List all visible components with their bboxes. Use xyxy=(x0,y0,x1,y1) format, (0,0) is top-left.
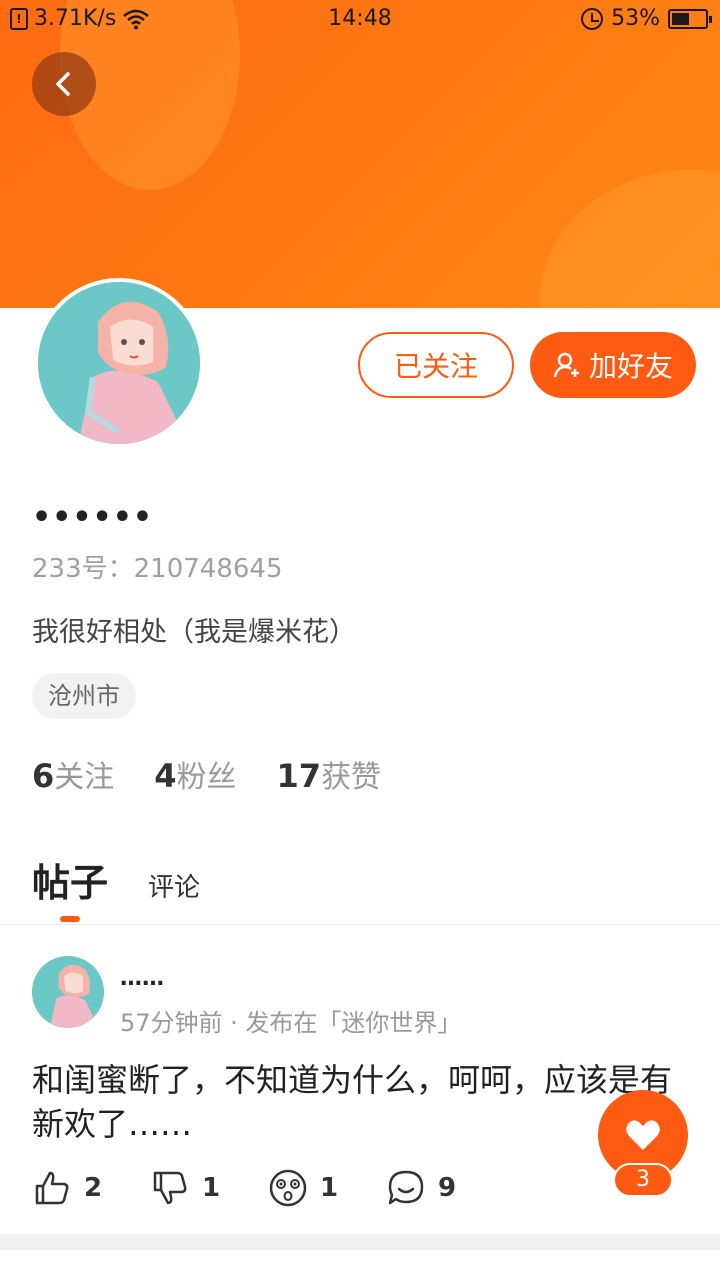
divider xyxy=(0,924,720,925)
post-author-name[interactable]: …… xyxy=(120,966,164,991)
like-button[interactable]: 2 xyxy=(32,1168,150,1208)
add-friend-label: 加好友 xyxy=(588,350,673,383)
tab-posts-label: 帖子 xyxy=(32,861,109,905)
stat-number: 6 xyxy=(32,757,55,795)
stat-label: 粉丝 xyxy=(176,760,237,795)
stat-label: 关注 xyxy=(54,760,115,795)
comment-icon xyxy=(388,1170,424,1205)
battery-percent: 53% xyxy=(611,6,660,31)
location-badge: 沧州市 xyxy=(32,673,136,719)
tab-comments[interactable]: 评论 xyxy=(148,867,200,904)
post-author-avatar[interactable] xyxy=(32,956,104,1028)
status-bar: ! 3.71K/s 14:48 53% xyxy=(0,0,720,40)
like-count: 2 xyxy=(84,1173,103,1203)
emoji-count: 1 xyxy=(320,1173,339,1203)
tab-posts[interactable]: 帖子 xyxy=(32,852,109,922)
avatar-illustration xyxy=(38,282,200,444)
profile-stats: 6关注 4粉丝 17获赞 xyxy=(32,752,381,796)
comment-count: 9 xyxy=(438,1173,457,1203)
stat-label: 获赞 xyxy=(321,760,382,795)
post-actions: 2 1 1 9 xyxy=(32,1168,692,1208)
chevron-left-icon xyxy=(56,72,70,96)
bio: 我很好相处（我是爆米花） xyxy=(32,617,356,648)
stat-following[interactable]: 6关注 xyxy=(32,752,114,796)
post-meta: 57分钟前 · 发布在「迷你世界」 xyxy=(120,1009,462,1037)
profile-tabs: 帖子 评论 xyxy=(32,852,200,922)
tab-indicator xyxy=(60,916,80,922)
profile-header-banner xyxy=(0,0,720,308)
stat-number: 4 xyxy=(154,757,177,795)
bottom-divider xyxy=(0,1234,720,1250)
floating-like-count: 3 xyxy=(613,1163,673,1197)
stat-number: 17 xyxy=(276,757,322,795)
thumbs-down-icon xyxy=(153,1171,187,1205)
followed-button[interactable]: 已关注 xyxy=(358,332,514,398)
followed-label: 已关注 xyxy=(393,350,478,383)
user-id: 233号：210748645 xyxy=(32,554,283,584)
add-friend-button[interactable]: 加好友 xyxy=(530,332,696,398)
tab-comments-label: 评论 xyxy=(148,873,201,903)
dislike-count: 1 xyxy=(202,1173,221,1203)
stat-likes[interactable]: 17获赞 xyxy=(277,752,382,796)
avatar[interactable] xyxy=(34,278,204,448)
header-decoration xyxy=(540,170,720,308)
emoji-reaction-button[interactable]: 1 xyxy=(268,1168,386,1208)
nickname: •••••• xyxy=(32,500,154,535)
comment-button[interactable]: 9 xyxy=(386,1168,504,1208)
heart-icon xyxy=(626,1120,660,1150)
dislike-button[interactable]: 1 xyxy=(150,1168,268,1208)
stat-followers[interactable]: 4粉丝 xyxy=(154,752,236,796)
battery-icon xyxy=(668,8,712,29)
alarm-icon xyxy=(581,7,604,30)
add-user-icon xyxy=(553,352,579,378)
avatar-illustration xyxy=(32,956,104,1028)
post-content[interactable]: 和闺蜜断了，不知道为什么，呵呵，应该是有新欢了…… xyxy=(32,1058,692,1146)
dizzy-face-icon xyxy=(269,1169,307,1207)
back-button[interactable] xyxy=(32,52,96,116)
thumbs-up-icon xyxy=(35,1171,69,1205)
